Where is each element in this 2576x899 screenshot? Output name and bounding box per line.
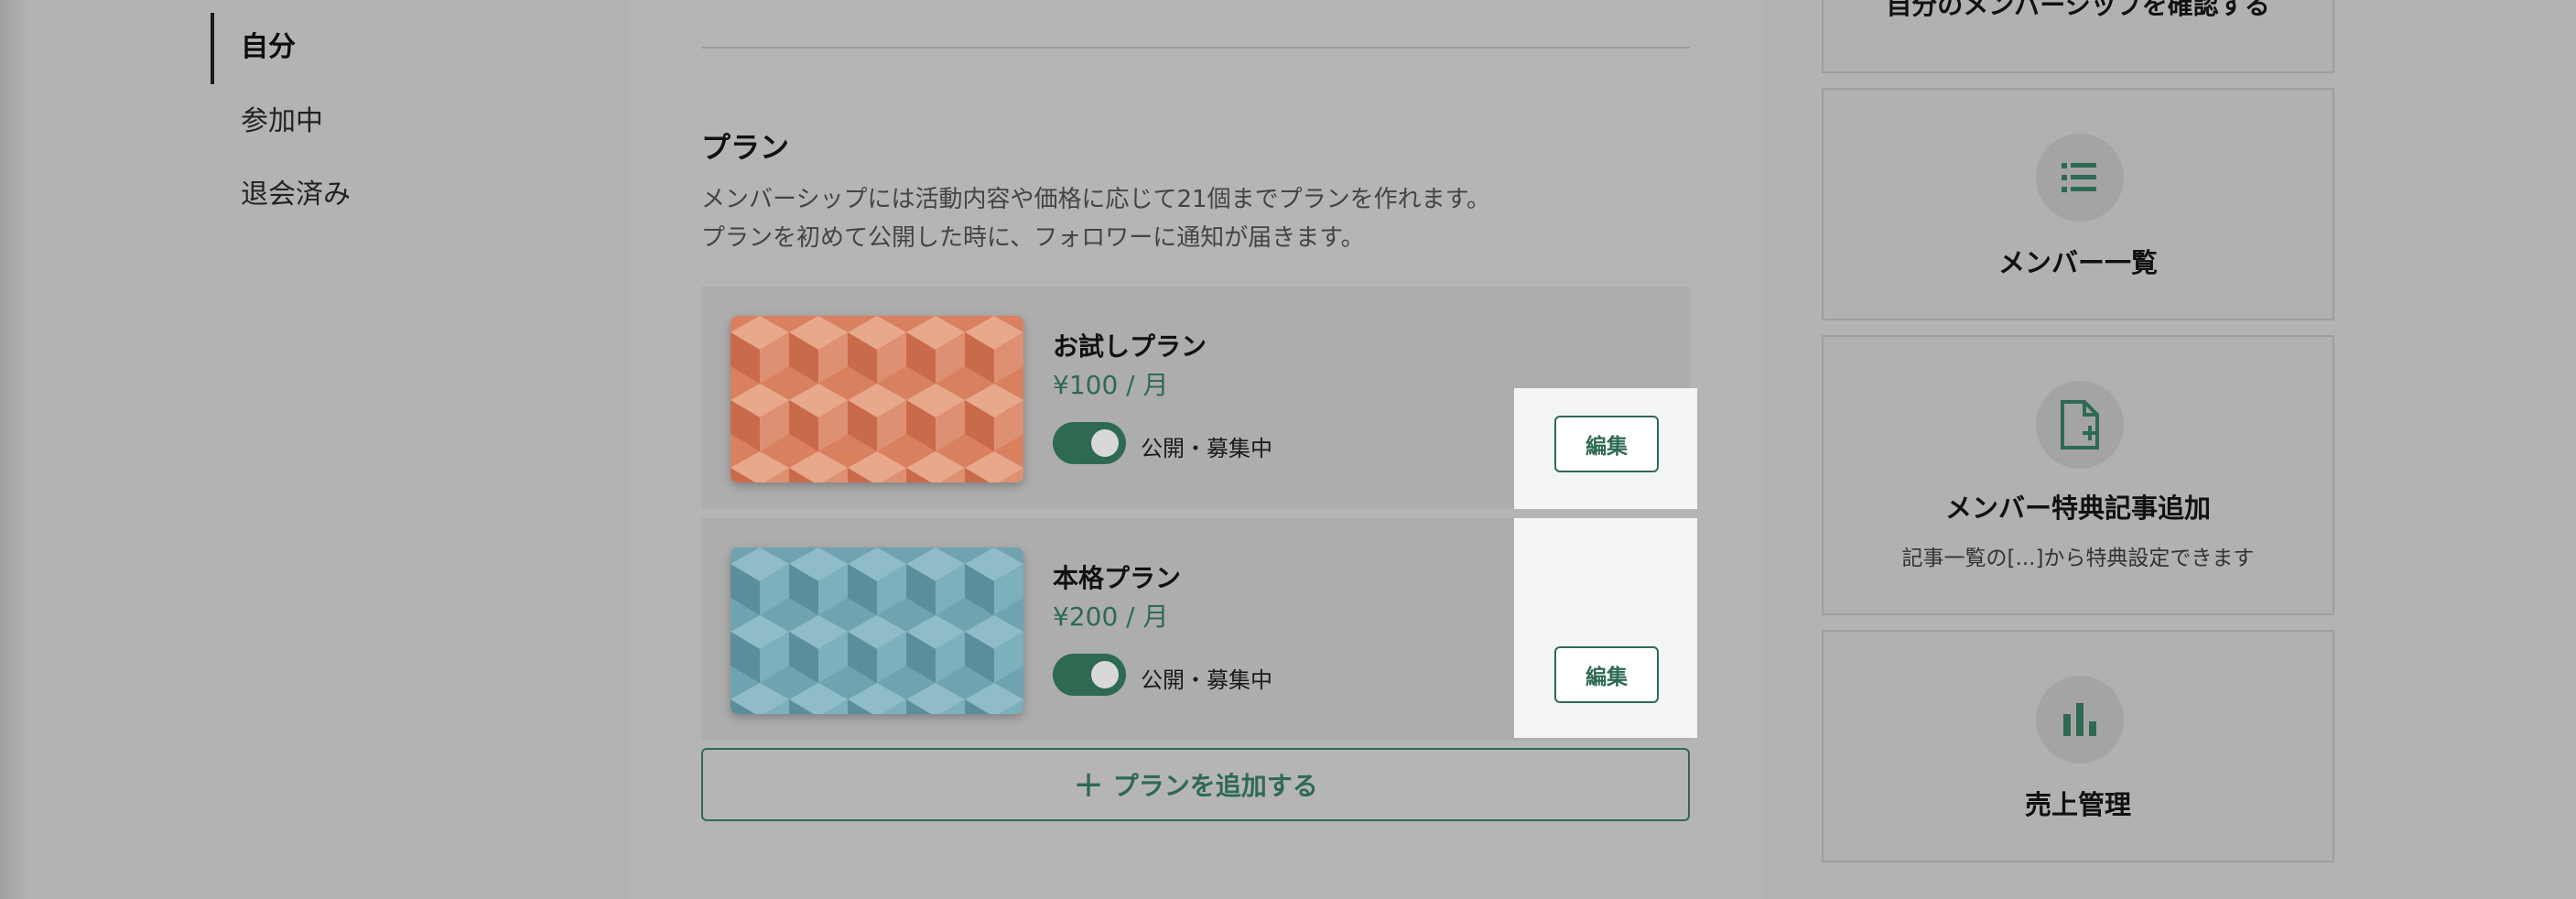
plan-status-full: 公開・募集中 <box>1141 667 1272 693</box>
member-list-label: メンバー一覧 <box>1997 247 2158 278</box>
member-list-card[interactable]: メンバー一覧 <box>1822 88 2334 320</box>
toggle-knob <box>1091 429 1119 457</box>
nav-item-joined[interactable]: 参加中 <box>241 103 323 140</box>
sales-management-card[interactable]: 売上管理 <box>1822 630 2334 862</box>
confirm-membership-card[interactable]: 自分のメンバーシップを確認する <box>1822 0 2334 73</box>
nav-active-indicator <box>211 13 214 84</box>
plan-name-full: 本格プラン <box>1053 563 1182 593</box>
add-benefit-article-hint: 記事一覧の[...]から特典設定できます <box>1901 547 2255 570</box>
edit-highlight-2 <box>1514 518 1697 738</box>
sales-management-label: 売上管理 <box>2024 789 2131 820</box>
section-divider <box>701 47 1690 49</box>
add-benefit-article-card[interactable]: メンバー特典記事追加 記事一覧の[...]から特典設定できます <box>1822 335 2334 615</box>
plan-price-full: ¥200 / 月 <box>1053 601 1169 632</box>
plus-icon: + <box>1073 764 1104 806</box>
plan-price-trial: ¥100 / 月 <box>1053 370 1169 400</box>
plan-name-trial: お試しプラン <box>1053 331 1207 362</box>
nav-item-withdrawn[interactable]: 退会済み <box>241 177 351 213</box>
page-edge-shadow <box>0 0 27 899</box>
plan-thumbnail-trial <box>731 316 1023 482</box>
plan-status-trial: 公開・募集中 <box>1141 436 1272 461</box>
document-plus-icon <box>2036 381 2124 469</box>
plan-thumbnail-full <box>731 547 1023 714</box>
edit-plan-button-trial[interactable]: 編集 <box>1554 416 1659 472</box>
nav-item-self[interactable]: 自分 <box>241 29 296 66</box>
plan-public-toggle-full[interactable] <box>1053 654 1126 696</box>
toggle-knob <box>1091 661 1119 688</box>
plans-description-line-2: プランを初めて公開した時に、フォロワーに通知が届きます。 <box>701 224 1365 252</box>
plans-section-title: プラン <box>701 130 790 165</box>
plan-public-toggle-trial[interactable] <box>1053 422 1126 464</box>
bar-chart-icon <box>2036 676 2124 764</box>
list-icon <box>2036 134 2124 222</box>
add-plan-button[interactable]: + プランを追加する <box>701 748 1690 821</box>
edit-plan-button-full[interactable]: 編集 <box>1554 646 1659 703</box>
plans-description-line-1: メンバーシップには活動内容や価格に応じて21個までプランを作れます。 <box>701 186 1490 213</box>
confirm-membership-label: 自分のメンバーシップを確認する <box>1886 0 2270 20</box>
add-benefit-article-label: メンバー特典記事追加 <box>1944 493 2211 524</box>
add-plan-label: プランを追加する <box>1112 771 1318 801</box>
